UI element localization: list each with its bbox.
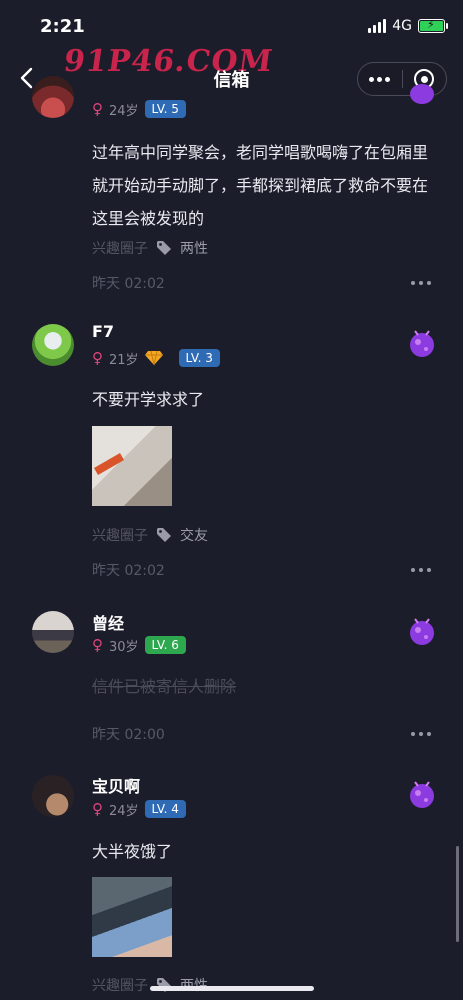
female-icon: ♀: [92, 800, 103, 818]
circle-label[interactable]: 兴趣圈子: [92, 975, 148, 995]
planet-badge-icon: [410, 618, 434, 645]
more-icon[interactable]: [411, 568, 431, 572]
user-name[interactable]: F7: [92, 322, 114, 341]
status-indicators: 4G ⚡: [368, 18, 448, 34]
planet-badge-icon: [410, 781, 434, 808]
circle-label[interactable]: 兴趣圈子: [92, 238, 148, 258]
post-tags: 兴趣圈子 两性: [92, 975, 208, 995]
level-badge: LV. 5: [144, 100, 186, 118]
tag-icon: [157, 241, 171, 255]
post-time: 昨天 02:00: [92, 727, 165, 743]
circle-label[interactable]: 兴趣圈子: [92, 525, 148, 545]
user-age: 24岁: [109, 103, 139, 119]
user-meta: ♀ 24岁 LV. 4: [92, 799, 186, 819]
user-age: 30岁: [109, 639, 139, 655]
female-icon: ♀: [92, 636, 103, 654]
user-name[interactable]: 宝贝啊: [92, 773, 140, 797]
post-content[interactable]: 不要开学求求了: [92, 383, 437, 416]
vip-diamond-icon: [144, 350, 163, 366]
avatar[interactable]: [32, 611, 74, 653]
planet-badge-icon: [410, 330, 434, 357]
deleted-notice: 信件已被寄信人删除: [92, 677, 237, 696]
post-time: 昨天 02:02: [92, 276, 165, 292]
female-icon: ♀: [92, 100, 103, 118]
user-meta: ♀ 30岁 LV. 6: [92, 635, 186, 655]
female-icon: ♀: [92, 349, 103, 367]
more-icon[interactable]: [411, 732, 431, 736]
more-options-icon[interactable]: [358, 76, 402, 82]
avatar[interactable]: [32, 775, 74, 817]
topic-tag[interactable]: 交友: [180, 525, 208, 545]
status-time: 2:21: [40, 16, 85, 37]
avatar[interactable]: [32, 76, 74, 118]
post-time: 昨天 02:02: [92, 563, 165, 579]
user-name[interactable]: 曾经: [92, 610, 124, 634]
level-badge: LV. 4: [144, 800, 186, 818]
level-badge: LV. 6: [144, 636, 186, 654]
more-icon[interactable]: [411, 281, 431, 285]
post-image[interactable]: [92, 877, 172, 957]
user-meta: ♀ 24岁 LV. 5: [92, 99, 186, 119]
topic-tag[interactable]: 两性: [180, 975, 208, 995]
post-content[interactable]: 过年高中同学聚会，老同学唱歌喝嗨了在包厢里就开始动手动脚了，手都探到裙底了救命不…: [92, 136, 437, 235]
topic-tag[interactable]: 两性: [180, 238, 208, 258]
tag-icon: [157, 528, 171, 542]
avatar[interactable]: [32, 324, 74, 366]
network-type: 4G: [392, 18, 412, 34]
user-meta: ♀ 21岁 LV. 3: [92, 348, 220, 368]
user-age: 24岁: [109, 803, 139, 819]
post-content[interactable]: 大半夜饿了: [92, 835, 437, 868]
post-tags: 兴趣圈子 交友: [92, 525, 208, 545]
post-tags: 兴趣圈子 两性: [92, 238, 208, 258]
cellular-signal-icon: [368, 19, 387, 33]
home-indicator[interactable]: [150, 986, 314, 991]
user-age: 21岁: [109, 352, 139, 368]
battery-charging-icon: ⚡: [418, 18, 448, 33]
level-badge: LV. 3: [178, 349, 220, 367]
planet-badge-icon: [410, 84, 434, 104]
scrollbar[interactable]: [456, 846, 459, 942]
post-image[interactable]: [92, 426, 172, 506]
